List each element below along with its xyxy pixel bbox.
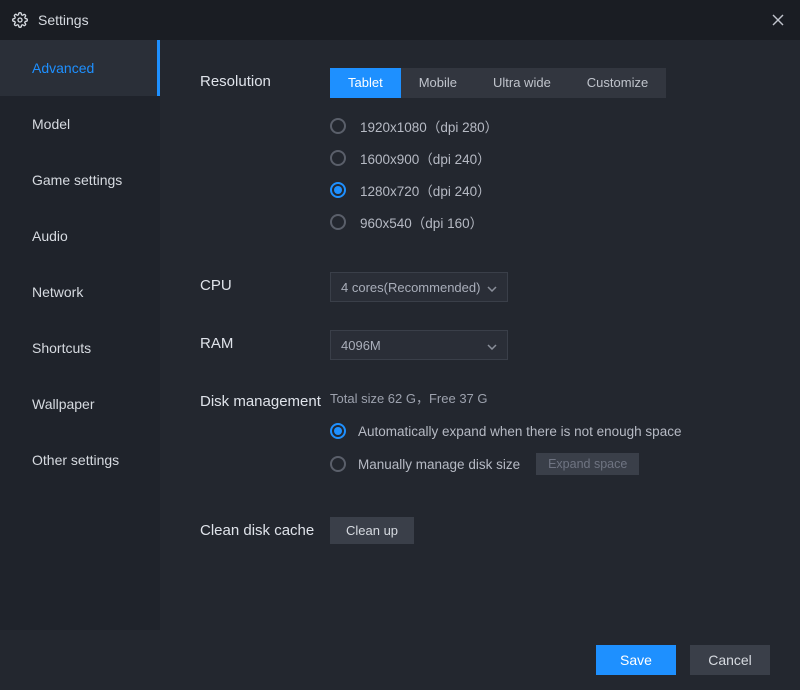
tab-tablet[interactable]: Tablet (330, 68, 401, 98)
radio-icon (330, 118, 346, 134)
sidebar: Advanced Model Game settings Audio Netwo… (0, 40, 160, 630)
radio-icon (330, 150, 346, 166)
radio-icon (330, 456, 346, 472)
resolution-option-label: 1600x900（dpi 240） (360, 148, 491, 168)
disk-manual-label: Manually manage disk size (358, 457, 520, 472)
chevron-down-icon (487, 280, 497, 295)
disk-label: Disk management (200, 388, 330, 410)
cancel-button[interactable]: Cancel (690, 645, 770, 675)
expand-space-button[interactable]: Expand space (536, 453, 639, 475)
close-icon[interactable] (768, 10, 788, 30)
resolution-label: Resolution (200, 68, 330, 90)
radio-icon (330, 182, 346, 198)
ram-value: 4096M (341, 338, 381, 353)
cpu-select[interactable]: 4 cores(Recommended) (330, 272, 508, 302)
window-title: Settings (38, 12, 768, 28)
clean-label: Clean disk cache (200, 517, 330, 539)
sidebar-item-wallpaper[interactable]: Wallpaper (0, 376, 160, 432)
radio-icon (330, 214, 346, 230)
resolution-option-label: 960x540（dpi 160） (360, 212, 483, 232)
resolution-option-960x540[interactable]: 960x540（dpi 160） (330, 212, 760, 232)
disk-auto-option[interactable]: Automatically expand when there is not e… (330, 423, 760, 439)
sidebar-item-model[interactable]: Model (0, 96, 160, 152)
clean-up-button[interactable]: Clean up (330, 517, 414, 544)
ram-select[interactable]: 4096M (330, 330, 508, 360)
sidebar-item-network[interactable]: Network (0, 264, 160, 320)
ram-label: RAM (200, 330, 330, 352)
resolution-option-1280x720[interactable]: 1280x720（dpi 240） (330, 180, 760, 200)
disk-auto-label: Automatically expand when there is not e… (358, 424, 681, 439)
content-panel: Resolution Tablet Mobile Ultra wide Cust… (160, 40, 800, 630)
tab-ultra-wide[interactable]: Ultra wide (475, 68, 569, 98)
titlebar: Settings (0, 0, 800, 40)
resolution-tabs: Tablet Mobile Ultra wide Customize (330, 68, 666, 98)
resolution-option-label: 1280x720（dpi 240） (360, 180, 491, 200)
footer: Save Cancel (0, 630, 800, 690)
resolution-option-1600x900[interactable]: 1600x900（dpi 240） (330, 148, 760, 168)
disk-info: Total size 62 G，Free 37 G (330, 388, 760, 407)
resolution-option-1920x1080[interactable]: 1920x1080（dpi 280） (330, 116, 760, 136)
sidebar-item-shortcuts[interactable]: Shortcuts (0, 320, 160, 376)
gear-icon (12, 12, 28, 28)
radio-icon (330, 423, 346, 439)
disk-manual-option[interactable]: Manually manage disk size Expand space (330, 453, 760, 475)
tab-customize[interactable]: Customize (569, 68, 666, 98)
sidebar-item-audio[interactable]: Audio (0, 208, 160, 264)
cpu-label: CPU (200, 272, 330, 294)
cpu-value: 4 cores(Recommended) (341, 280, 480, 295)
save-button[interactable]: Save (596, 645, 676, 675)
chevron-down-icon (487, 338, 497, 353)
sidebar-item-other-settings[interactable]: Other settings (0, 432, 160, 488)
tab-mobile[interactable]: Mobile (401, 68, 475, 98)
sidebar-item-game-settings[interactable]: Game settings (0, 152, 160, 208)
resolution-option-label: 1920x1080（dpi 280） (360, 116, 498, 136)
sidebar-item-advanced[interactable]: Advanced (0, 40, 160, 96)
